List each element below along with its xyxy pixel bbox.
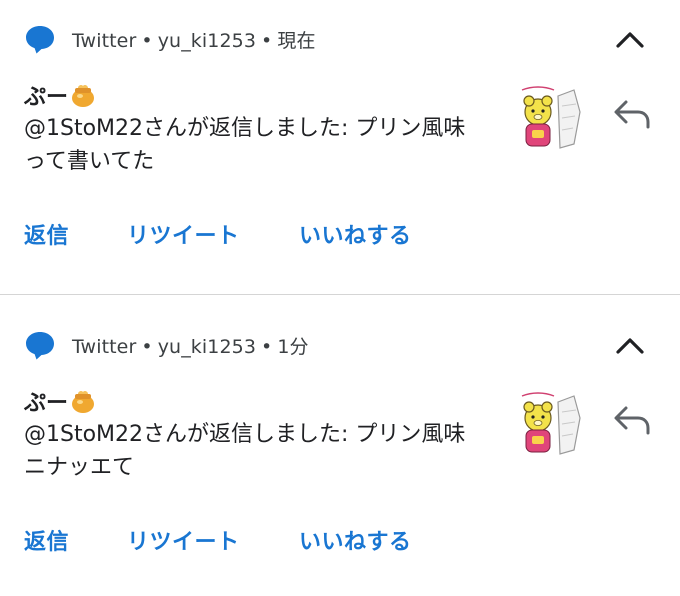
- sender-line: ぷー: [24, 385, 96, 417]
- notification-header: Twitter • yu_ki1253 • 現在: [72, 26, 316, 53]
- notification-message: @1StoM22さんが返信しました: プリン風味って書いてた: [24, 116, 466, 174]
- honey-pot-icon: [72, 390, 95, 413]
- chevron-up-icon[interactable]: [610, 330, 650, 360]
- sender-name: ぷー: [24, 391, 69, 416]
- notification-card[interactable]: Twitter • yu_ki1253 • 1分 ぷー @1StoM22さんが返信しまし…: [0, 306, 680, 596]
- honey-pot-icon: [72, 84, 95, 107]
- account-name: yu_ki1253: [157, 30, 257, 52]
- app-name: Twitter: [72, 336, 137, 358]
- notification-time: 1分: [277, 336, 309, 358]
- notification-message: @1StoM22さんが返信しました: プリン風味ニナッエて: [24, 422, 466, 480]
- header-separator: •: [141, 336, 153, 358]
- chevron-up-icon[interactable]: [610, 24, 650, 54]
- speech-bubble-icon: [26, 26, 54, 54]
- header-separator: •: [141, 30, 153, 52]
- reply-icon[interactable]: [612, 96, 654, 132]
- notification-actions: 返信 リツイート いいねする: [0, 218, 680, 258]
- notification-card[interactable]: Twitter • yu_ki1253 • 現在 ぷー @1StoM22さんが返信しまし…: [0, 0, 680, 290]
- notification-divider: [0, 294, 680, 295]
- retweet-button[interactable]: リツイート: [127, 524, 240, 556]
- sender-name: ぷー: [24, 85, 69, 110]
- speech-bubble-icon: [26, 332, 54, 360]
- reply-icon[interactable]: [612, 402, 654, 438]
- like-button[interactable]: いいねする: [299, 524, 412, 556]
- notification-header: Twitter • yu_ki1253 • 1分: [72, 332, 309, 359]
- like-button[interactable]: いいねする: [299, 218, 412, 250]
- reply-button[interactable]: 返信: [24, 524, 69, 556]
- sender-avatar: [518, 82, 586, 156]
- sender-line: ぷー: [24, 79, 96, 111]
- sender-avatar: [518, 388, 586, 462]
- notification-actions: 返信 リツイート いいねする: [0, 524, 680, 564]
- account-name: yu_ki1253: [157, 336, 257, 358]
- app-name: Twitter: [72, 30, 137, 52]
- notification-time: 現在: [277, 30, 316, 52]
- retweet-button[interactable]: リツイート: [127, 218, 240, 250]
- header-separator: •: [261, 336, 273, 358]
- header-separator: •: [261, 30, 273, 52]
- reply-button[interactable]: 返信: [24, 218, 69, 250]
